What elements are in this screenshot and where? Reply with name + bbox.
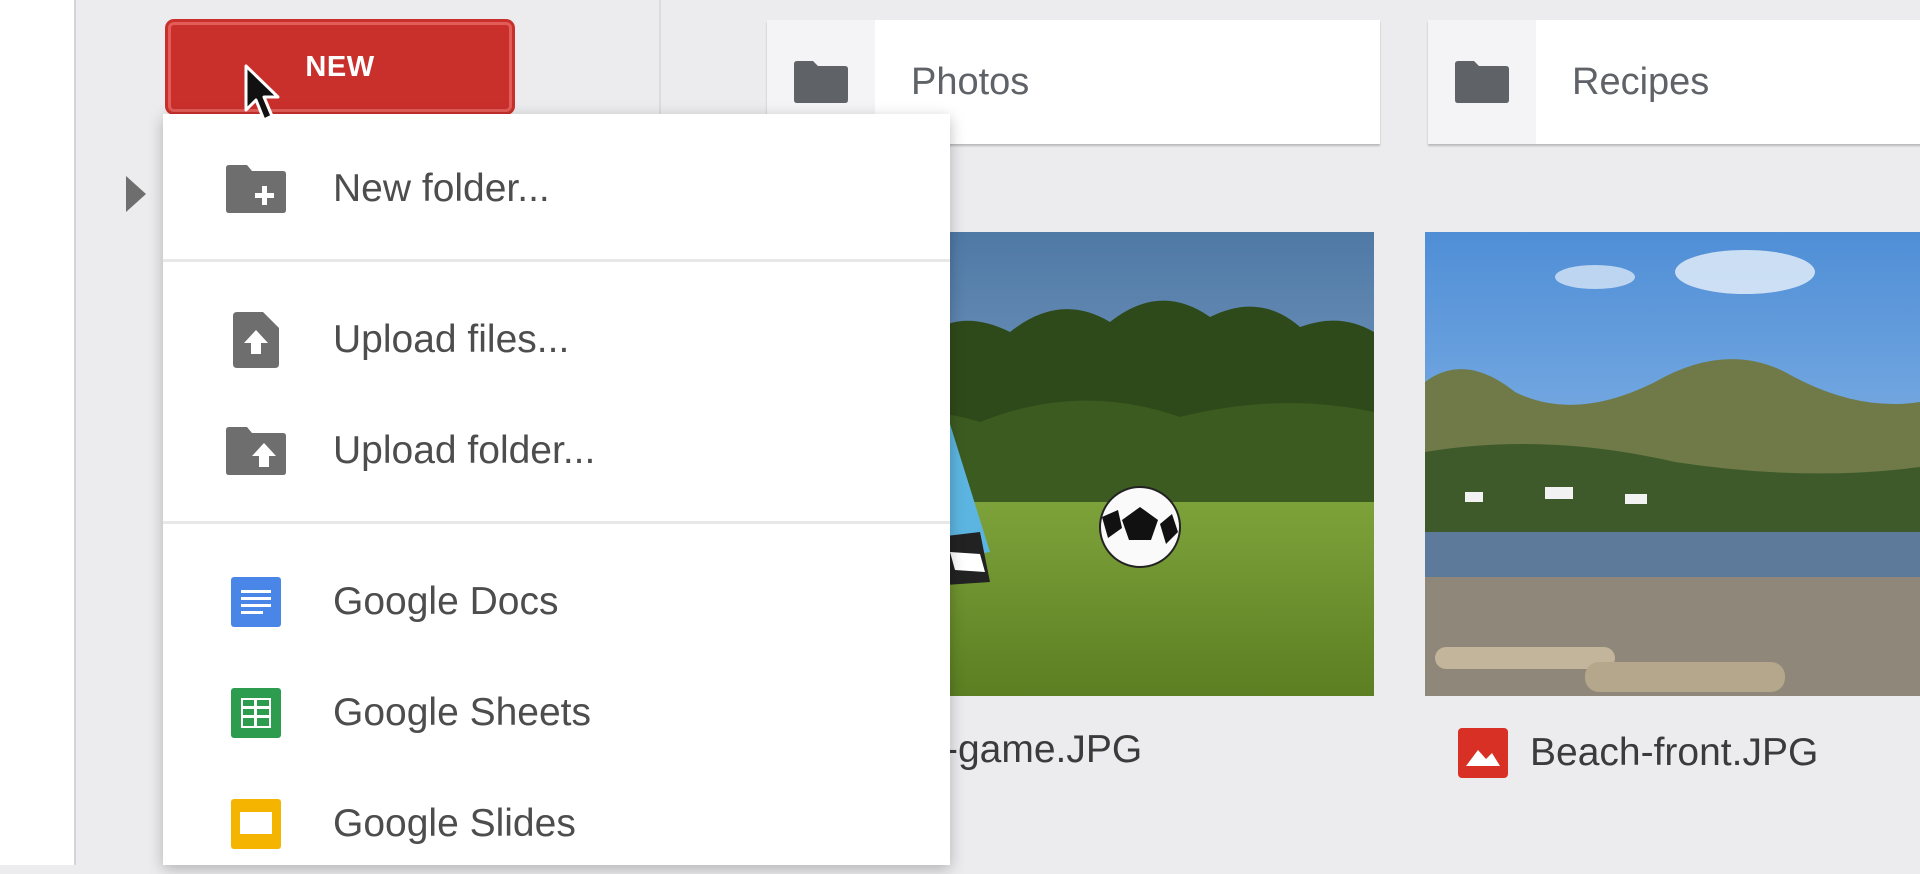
- file-name[interactable]: -game.JPG: [945, 728, 1142, 772]
- menu-divider: [163, 521, 950, 524]
- menu-item-label: Google Sheets: [333, 691, 592, 734]
- menu-item-label: Upload files...: [333, 318, 570, 361]
- google-docs-icon: [223, 569, 289, 635]
- menu-item-label: Upload folder...: [333, 429, 596, 472]
- folder-name: Recipes: [1572, 60, 1710, 103]
- menu-item-upload-folder[interactable]: Upload folder...: [163, 401, 950, 501]
- upload-folder-icon: [223, 418, 289, 484]
- new-folder-icon: [223, 156, 289, 222]
- file-name-label: -game.JPG: [945, 728, 1143, 771]
- file-name-label: Beach-front.JPG: [1530, 731, 1819, 774]
- menu-item-new-folder[interactable]: New folder...: [163, 139, 950, 239]
- image-file-icon: [1458, 728, 1508, 778]
- upload-file-icon: [223, 307, 289, 373]
- file-name[interactable]: Beach-front.JPG: [1458, 728, 1818, 778]
- menu-item-google-slides[interactable]: Google Slides: [163, 774, 950, 874]
- app-left-strip: [0, 0, 74, 865]
- folder-card-recipes[interactable]: Recipes: [1428, 20, 1920, 144]
- menu-item-google-sheets[interactable]: Google Sheets: [163, 663, 950, 763]
- google-sheets-icon: [223, 680, 289, 746]
- menu-divider: [163, 259, 950, 262]
- new-button[interactable]: NEW: [168, 22, 512, 112]
- mouse-cursor-icon: [244, 64, 280, 122]
- menu-item-label: Google Docs: [333, 580, 559, 623]
- menu-item-google-docs[interactable]: Google Docs: [163, 552, 950, 652]
- expand-arrow-icon[interactable]: [126, 176, 146, 212]
- menu-item-label: Google Slides: [333, 802, 576, 845]
- folder-icon: [1428, 20, 1536, 144]
- menu-item-label: New folder...: [333, 167, 550, 210]
- new-menu: New folder... Upload files... Upload fol…: [163, 114, 950, 865]
- google-slides-icon: [223, 791, 289, 857]
- folder-name: Photos: [911, 60, 1030, 103]
- menu-item-upload-files[interactable]: Upload files...: [163, 290, 950, 390]
- file-thumbnail-beach[interactable]: [1425, 232, 1920, 696]
